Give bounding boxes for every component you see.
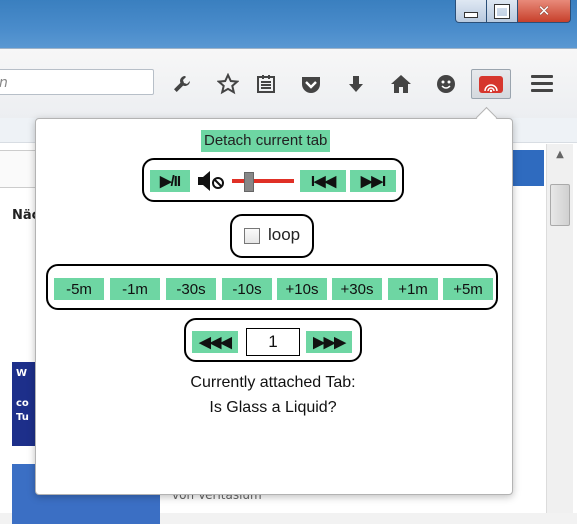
window-titlebar: ✕ (0, 0, 577, 48)
seek-controls: -5m -1m -30s -10s +10s +30s +1m +5m (46, 264, 498, 310)
attached-tab-label: Currently attached Tab: (190, 374, 356, 391)
minimize-icon (464, 12, 478, 18)
volume-slider-thumb[interactable] (243, 172, 254, 192)
seek-plus-5m-button[interactable]: +5m (443, 278, 493, 300)
scroll-up-icon[interactable]: ▲ (547, 144, 573, 164)
site-search-button[interactable] (508, 150, 544, 186)
playback-controls: ▶/II I◀◀ ▶▶I (142, 158, 404, 202)
close-icon: ✕ (537, 2, 551, 20)
seek-minus-10s-button[interactable]: -10s (222, 278, 272, 300)
scrollbar-thumb[interactable] (550, 184, 570, 226)
maximize-icon (494, 3, 510, 19)
home-icon[interactable] (389, 73, 413, 95)
detach-tab-button[interactable]: Detach current tab (201, 130, 331, 152)
maximize-button[interactable] (487, 0, 518, 23)
tab-number-input[interactable] (246, 328, 300, 356)
loop-label: loop (268, 225, 301, 244)
reading-list-icon[interactable] (254, 73, 278, 95)
seek-minus-30s-button[interactable]: -30s (166, 278, 216, 300)
thumb-text: Tu (16, 412, 29, 423)
page-next-button[interactable]: ▶▶▶ (306, 331, 352, 353)
seek-plus-10s-button[interactable]: +10s (277, 278, 327, 300)
speaker-muted-icon[interactable] (196, 168, 226, 194)
thumb-text: co (16, 398, 29, 409)
seek-plus-1m-button[interactable]: +1m (388, 278, 438, 300)
extension-button[interactable] (471, 69, 511, 99)
smiley-icon[interactable] (434, 73, 458, 95)
window-controls: ✕ (455, 0, 571, 24)
next-button[interactable]: ▶▶I (350, 170, 396, 192)
play-pause-button[interactable]: ▶/II (150, 170, 190, 192)
volume-slider[interactable] (232, 179, 294, 183)
close-button[interactable]: ✕ (518, 0, 571, 23)
seek-minus-5m-button[interactable]: -5m (54, 278, 104, 300)
minimize-button[interactable] (455, 0, 487, 23)
wrench-icon[interactable] (170, 73, 194, 95)
loop-control: loop (230, 214, 314, 258)
hamburger-menu-icon[interactable] (531, 75, 553, 96)
seek-plus-30s-button[interactable]: +30s (332, 278, 382, 300)
previous-button[interactable]: I◀◀ (300, 170, 346, 192)
browser-toolbar: n (0, 48, 577, 119)
thumb-text: W (16, 368, 28, 379)
extension-icon (479, 75, 503, 93)
download-icon[interactable] (344, 73, 368, 95)
seek-minus-1m-button[interactable]: -1m (110, 278, 160, 300)
attached-tab-title: Is Glass a Liquid? (209, 399, 337, 416)
page-previous-button[interactable]: ◀◀◀ (192, 331, 238, 353)
bookmark-star-icon[interactable] (216, 73, 240, 95)
tab-pager: ◀◀◀ ▶▶▶ (184, 318, 362, 362)
page-scrollbar[interactable]: ▲ (546, 144, 573, 513)
pocket-icon[interactable] (299, 73, 323, 95)
url-bar[interactable]: n (0, 69, 154, 95)
loop-checkbox[interactable] (244, 228, 260, 244)
